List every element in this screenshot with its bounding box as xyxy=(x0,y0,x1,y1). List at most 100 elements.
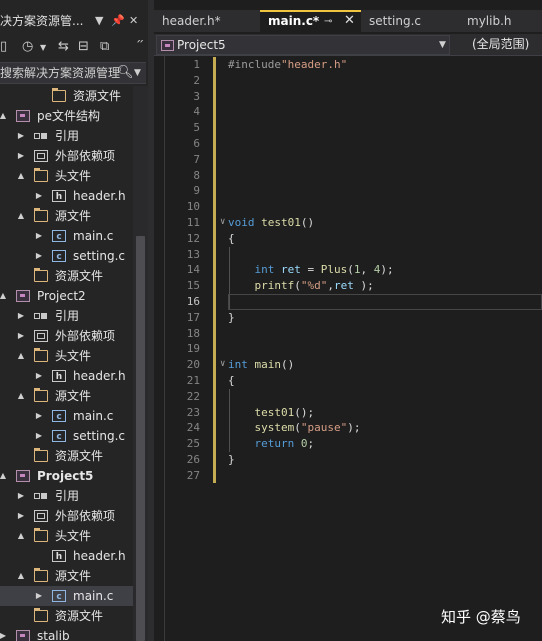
expand-arrow-icon[interactable]: ▶ xyxy=(34,246,44,266)
tab-label: main.c* xyxy=(268,14,320,28)
history-icon[interactable]: ◷ xyxy=(22,39,33,54)
tree-item[interactable]: ▲ 头文件 xyxy=(0,166,133,186)
tree-item[interactable]: ▲ 源文件 xyxy=(0,566,133,586)
tree-item[interactable]: 资源文件 xyxy=(0,606,133,626)
collapse-arrow-icon[interactable]: ▲ xyxy=(16,526,26,546)
code-line[interactable]: { xyxy=(228,231,235,247)
tree-item[interactable]: ▲ pe文件结构 xyxy=(0,106,133,126)
pin-tab-icon[interactable]: ⊸ xyxy=(324,12,332,31)
code-token: int xyxy=(254,263,275,277)
line-number: 2 xyxy=(193,73,200,87)
expand-arrow-icon[interactable]: ▶ xyxy=(16,506,26,526)
tree-item[interactable]: ▲ Project2 xyxy=(0,286,133,306)
tree-item[interactable]: ▲ 源文件 xyxy=(0,206,133,226)
close-tab-icon[interactable]: ✕ xyxy=(344,11,355,30)
tree-item[interactable]: ▲ 源文件 xyxy=(0,386,133,406)
tree-item[interactable]: ▶ c main.c xyxy=(0,586,133,606)
collapse-arrow-icon[interactable]: ▲ xyxy=(16,566,26,586)
expand-arrow-icon[interactable]: ▶ xyxy=(34,586,44,606)
collapse-arrow-icon[interactable]: ▲ xyxy=(16,166,26,186)
code-line[interactable]: int ret = Plus(1, 4); xyxy=(228,262,394,278)
code-token: main xyxy=(254,358,282,372)
expand-arrow-icon[interactable]: ▶ xyxy=(0,626,8,641)
collapse-arrow-icon[interactable]: ▲ xyxy=(0,106,8,126)
expand-arrow-icon[interactable]: ▶ xyxy=(34,406,44,426)
tree-item[interactable]: h header.h xyxy=(0,546,133,566)
solution-explorer-search[interactable]: 搜索解决方案资源管理 🔍︎ ▼ xyxy=(0,62,146,84)
tree-item[interactable]: ▶ 外部依赖项 xyxy=(0,326,133,346)
tree-item[interactable]: ▶ stalib xyxy=(0,626,133,641)
tree-item[interactable]: ▶ c setting.c xyxy=(0,426,133,446)
expand-arrow-icon[interactable]: ▶ xyxy=(16,126,26,146)
tree-item[interactable]: ▶ 外部依赖项 xyxy=(0,146,133,166)
close-icon[interactable]: ✕ xyxy=(129,10,138,32)
code-line[interactable]: printf("%d",ret ); xyxy=(228,278,374,294)
tree-item[interactable]: ▶ c main.c xyxy=(0,226,133,246)
code-line[interactable]: } xyxy=(228,310,235,326)
tab-setting-c[interactable]: setting.c xyxy=(361,10,461,32)
expand-arrow-icon[interactable]: ▶ xyxy=(34,186,44,206)
code-token: 1 xyxy=(353,263,361,277)
tree-item[interactable]: ▶ h header.h xyxy=(0,186,133,206)
collapse-icon[interactable]: ⊟ xyxy=(78,39,89,54)
collapse-arrow-icon[interactable]: ▲ xyxy=(16,386,26,406)
collapse-arrow-icon[interactable]: ▲ xyxy=(0,286,8,306)
expand-arrow-icon[interactable]: ▶ xyxy=(34,426,44,446)
tree-item[interactable]: ▶ c setting.c xyxy=(0,246,133,266)
code-line[interactable]: } xyxy=(228,452,235,468)
tree-item[interactable]: 资源文件 xyxy=(0,266,133,286)
collapse-arrow-icon[interactable]: ▲ xyxy=(16,206,26,226)
tree-item[interactable]: ▲ 头文件 xyxy=(0,346,133,366)
code-line[interactable]: { xyxy=(228,373,235,389)
search-options-icon[interactable]: ▼ xyxy=(134,63,141,83)
code-line[interactable]: test01(); xyxy=(228,405,315,421)
vertical-scrollbar[interactable] xyxy=(133,86,148,641)
search-icon[interactable]: 🔍︎ xyxy=(117,63,134,83)
chevron-down-icon[interactable]: ▼ xyxy=(439,35,446,56)
tree-item[interactable]: ▶ 引用 xyxy=(0,126,133,146)
pin-icon[interactable]: 📌 xyxy=(111,10,125,32)
home-icon[interactable]: ▯ xyxy=(0,39,7,54)
code-editor[interactable]: 1 2 3 4 5 6 7 8 9 10 11 12 13 14 15 16 17 18 19 20 21 22 23 24 2… xyxy=(154,56,542,641)
tree-item[interactable]: ▶ 外部依赖项 xyxy=(0,506,133,526)
tree-item[interactable]: ▶ 引用 xyxy=(0,486,133,506)
scrollbar-thumb[interactable] xyxy=(136,236,145,641)
expand-arrow-icon[interactable]: ▶ xyxy=(16,306,26,326)
code-line[interactable]: return 0; xyxy=(228,436,315,452)
overflow-icon[interactable]: ״ xyxy=(136,36,144,51)
tree-item[interactable]: ▶ h header.h xyxy=(0,366,133,386)
code-line[interactable]: #include"header.h" xyxy=(228,57,347,73)
tree-item[interactable]: 资源文件 xyxy=(0,86,133,106)
expand-arrow-icon[interactable]: ▶ xyxy=(16,326,26,346)
expand-arrow-icon[interactable]: ▶ xyxy=(34,366,44,386)
tree-item[interactable]: 资源文件 xyxy=(0,446,133,466)
tab-mylib-h[interactable]: mylib.h xyxy=(461,10,542,32)
dropdown-arrow-icon[interactable]: ▼ xyxy=(95,10,103,32)
tree-item[interactable]: ▲ 头文件 xyxy=(0,526,133,546)
tab-header-h[interactable]: header.h* xyxy=(154,10,260,32)
scope-dropdown[interactable]: (全局范围) xyxy=(454,35,542,55)
collapse-arrow-icon[interactable]: ▲ xyxy=(16,346,26,366)
code-line[interactable]: void test01() xyxy=(228,215,314,231)
collapse-arrow-icon[interactable]: ▲ xyxy=(0,466,8,486)
project-icon xyxy=(161,40,174,51)
expand-arrow-icon[interactable]: ▶ xyxy=(16,146,26,166)
expand-arrow-icon[interactable]: ▶ xyxy=(34,226,44,246)
tree-item[interactable]: ▶ 引用 xyxy=(0,306,133,326)
tree-item-label: 资源文件 xyxy=(73,89,122,103)
code-line[interactable]: system("pause"); xyxy=(228,420,361,436)
tab-main-c[interactable]: main.c* ⊸ ✕ xyxy=(260,10,361,32)
fold-toggle-icon[interactable]: ∨ xyxy=(220,215,225,231)
expand-arrow-icon[interactable]: ▶ xyxy=(16,486,26,506)
project-dropdown[interactable]: Project5 ▼ xyxy=(156,35,450,55)
code-line[interactable]: int main() xyxy=(228,357,294,373)
history-dropdown-icon[interactable]: ▼ xyxy=(40,43,46,52)
sync-icon[interactable]: ⇆ xyxy=(58,39,69,54)
search-input[interactable]: 搜索解决方案资源管理 xyxy=(0,63,120,83)
tree-item[interactable]: ▲ Project5 xyxy=(0,466,133,486)
tree-item[interactable]: ▶ c main.c xyxy=(0,406,133,426)
copy-icon[interactable]: ⧉ xyxy=(100,39,109,54)
code-token: "pause" xyxy=(300,421,348,435)
fold-toggle-icon[interactable]: ∨ xyxy=(220,357,225,373)
